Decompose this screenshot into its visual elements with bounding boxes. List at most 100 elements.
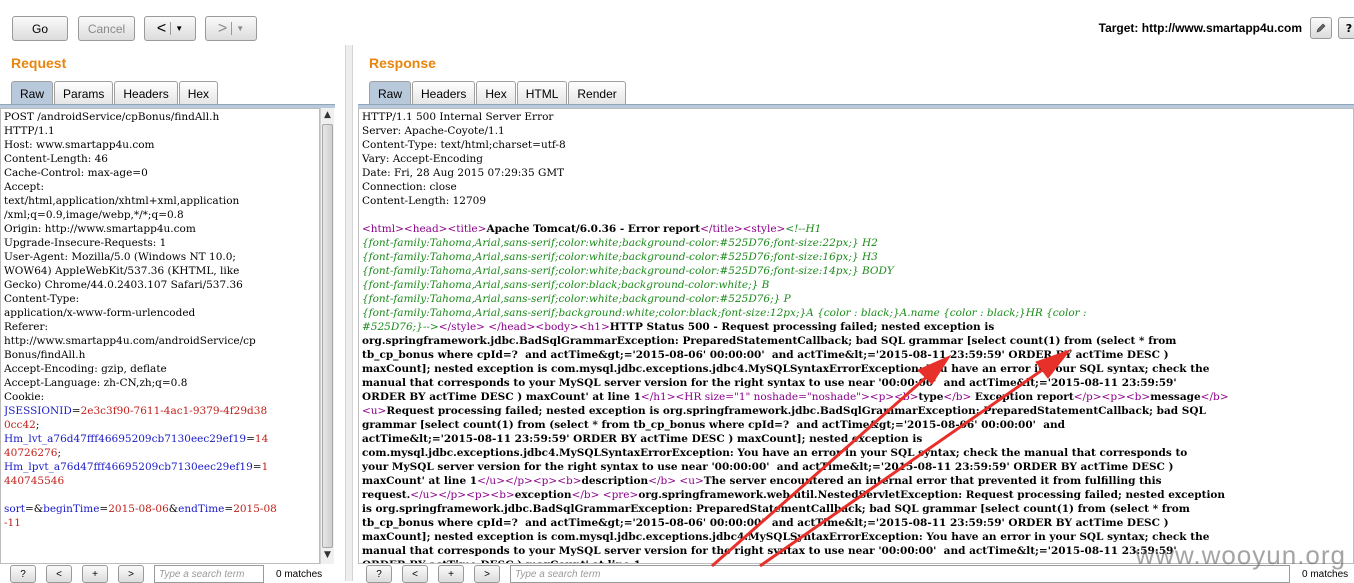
prev-match-button[interactable]: < xyxy=(402,565,428,583)
prev-match-button[interactable]: < xyxy=(46,565,72,583)
tab-html[interactable]: HTML xyxy=(517,81,568,105)
forward-button[interactable]: > ▼ xyxy=(205,16,257,41)
response-line: <html><head><title>Apache Tomcat/6.0.36 … xyxy=(362,222,1350,236)
add-button[interactable]: + xyxy=(438,565,464,583)
response-token: <p> xyxy=(870,391,894,403)
request-token: 440745546 xyxy=(4,475,64,487)
request-token: WOW64) AppleWebKit/537.36 (KHTML, like xyxy=(4,265,239,277)
response-token: maxCount]; nested exception is com.mysql… xyxy=(362,363,1209,375)
response-token: com.mysql.jdbc.exceptions.jdbc4.MySQLSyn… xyxy=(362,447,1187,459)
help-button[interactable]: ? xyxy=(10,565,36,583)
panel-divider[interactable] xyxy=(345,45,353,581)
request-line: Hm_lvt_a76d47fff46695209cb7130eec29ef19=… xyxy=(4,432,316,446)
request-token: beginTime xyxy=(43,503,99,515)
response-token: </h1> xyxy=(641,391,676,403)
request-line: Cache-Control: max-age=0 xyxy=(4,166,316,180)
response-token: maxCount' at line 1 xyxy=(362,475,477,487)
request-line: WOW64) AppleWebKit/537.36 (KHTML, like xyxy=(4,264,316,278)
request-token: text/html,application/xhtml+xml,applicat… xyxy=(4,195,239,207)
request-token: User-Agent: Mozilla/5.0 (Windows NT 10.0… xyxy=(4,251,236,263)
request-token: = xyxy=(72,405,81,417)
request-token: Cookie: xyxy=(4,391,44,403)
response-token: {font-family:Tahoma,Arial,sans-serif;col… xyxy=(362,279,769,291)
request-line: sort=&beginTime=2015-08-06&endTime=2015-… xyxy=(4,502,316,516)
request-tabs: Raw Params Headers Hex xyxy=(11,81,219,105)
add-button[interactable]: + xyxy=(82,565,108,583)
response-editor[interactable]: HTTP/1.1 500 Internal Server ErrorServer… xyxy=(358,108,1354,564)
response-token: Request processing failed; nested except… xyxy=(386,405,1206,417)
response-token: <pre> xyxy=(603,489,639,501)
response-line: maxCount' at line 1</u></p><p><b>descrip… xyxy=(362,474,1350,488)
tab-params[interactable]: Params xyxy=(54,81,113,105)
response-token: <p> xyxy=(466,489,490,501)
response-token: {font-family:Tahoma,Arial,sans-serif;col… xyxy=(362,265,894,277)
request-token: 0cc42 xyxy=(4,419,36,431)
scroll-up-icon[interactable]: ▲ xyxy=(322,110,333,122)
tab-hex[interactable]: Hex xyxy=(179,81,218,105)
request-token: Hm_lvt_a76d47fff46695209cb7130eec29ef19 xyxy=(4,433,246,445)
edit-target-button[interactable] xyxy=(1310,17,1332,39)
request-scrollbar[interactable]: ▲ ▼ xyxy=(320,108,334,564)
request-line: Accept: xyxy=(4,180,316,194)
request-token: 14 xyxy=(255,433,268,445)
response-tabs: Raw Headers Hex HTML Render xyxy=(369,81,627,105)
request-matches-count: 0 matches xyxy=(276,569,322,580)
request-line: 0cc42; xyxy=(4,418,316,432)
help-button[interactable]: ? xyxy=(1338,17,1354,39)
scroll-down-icon[interactable]: ▼ xyxy=(322,550,333,562)
response-token: org.springframework.jdbc.BadSqlGrammarEx… xyxy=(362,335,1176,347)
cancel-button[interactable]: Cancel xyxy=(78,16,135,41)
response-token: <u> xyxy=(362,405,386,417)
tab-headers[interactable]: Headers xyxy=(114,81,177,105)
response-line: HTTP/1.1 500 Internal Server Error xyxy=(362,110,1350,124)
response-token: actTime&lt;='2015-08-11 23:59:59' ORDER … xyxy=(362,433,922,445)
request-token: POST /androidService/cpBonus/findAll.h xyxy=(4,111,219,123)
pencil-icon xyxy=(1315,22,1327,34)
request-token: Origin: http://www.smartapp4u.com xyxy=(4,223,196,235)
next-match-button[interactable]: > xyxy=(118,565,144,583)
tab-raw[interactable]: Raw xyxy=(369,81,411,105)
tab-hex[interactable]: Hex xyxy=(476,81,515,105)
request-token: Gecko) Chrome/44.0.2403.107 Safari/537.3… xyxy=(4,279,243,291)
request-search-input[interactable]: Type a search term xyxy=(154,565,264,583)
response-token: <html> xyxy=(362,223,404,235)
request-footer: ? < + > Type a search term 0 matches xyxy=(10,567,322,581)
response-token: The server encountered an internal error… xyxy=(704,475,1162,487)
tab-raw[interactable]: Raw xyxy=(11,81,53,105)
response-token: </u> xyxy=(410,489,438,501)
response-line: Vary: Accept-Encoding xyxy=(362,152,1350,166)
response-token: <b> xyxy=(894,391,918,403)
response-token: <h1> xyxy=(579,321,610,333)
chevron-down-icon: ▼ xyxy=(236,24,244,33)
tab-headers[interactable]: Headers xyxy=(412,81,475,105)
request-line: Gecko) Chrome/44.0.2403.107 Safari/537.3… xyxy=(4,278,316,292)
response-token: </u> xyxy=(477,475,505,487)
response-token: <body> xyxy=(535,321,578,333)
response-token: </p> xyxy=(1074,391,1102,403)
request-line: Host: www.smartapp4u.com xyxy=(4,138,316,152)
request-title: Request xyxy=(11,55,66,71)
response-line: maxCount]; nested exception is com.mysql… xyxy=(362,362,1350,376)
help-button[interactable]: ? xyxy=(366,565,392,583)
request-token: 2015-08-06 xyxy=(108,503,169,515)
response-token: grammar [select count(1) from (select * … xyxy=(362,419,1065,431)
response-token: <b> xyxy=(557,475,581,487)
request-token: = xyxy=(99,503,108,515)
next-match-button[interactable]: > xyxy=(474,565,500,583)
tab-render[interactable]: Render xyxy=(568,81,625,105)
response-token: {font-family:Tahoma,Arial,sans-serif;col… xyxy=(362,293,791,305)
response-token: </style> xyxy=(439,321,485,333)
request-token: 2e3c3f90-7611-4ac1-9379-4f29d38 xyxy=(81,405,268,417)
forward-arrow-icon: > xyxy=(218,21,227,37)
response-line: {font-family:Tahoma,Arial,sans-serif;col… xyxy=(362,264,1350,278)
response-token: Vary: Accept-Encoding xyxy=(362,153,483,165)
request-line: 40726276; xyxy=(4,446,316,460)
request-token: 1 xyxy=(262,461,269,473)
go-button[interactable]: Go xyxy=(12,16,68,41)
request-token: -11 xyxy=(4,517,21,529)
back-button[interactable]: < ▼ xyxy=(144,16,196,41)
request-editor[interactable]: POST /androidService/cpBonus/findAll.hHT… xyxy=(0,108,320,564)
response-token: </b> xyxy=(1201,391,1229,403)
request-line: 440745546 xyxy=(4,474,316,488)
scroll-thumb[interactable] xyxy=(322,124,333,548)
